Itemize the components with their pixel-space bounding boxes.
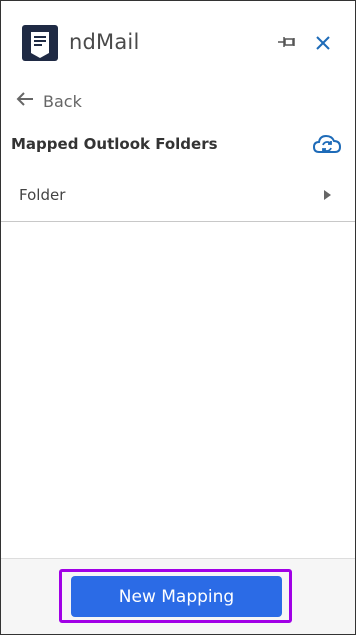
pin-icon[interactable]: [277, 34, 299, 50]
arrow-left-icon: [15, 91, 35, 111]
footer-bar: New Mapping: [1, 558, 355, 634]
section-title: Mapped Outlook Folders: [11, 135, 218, 153]
folder-label: Folder: [19, 186, 66, 204]
back-button[interactable]: Back: [15, 89, 82, 113]
section-header: Mapped Outlook Folders: [1, 127, 355, 167]
new-mapping-button[interactable]: New Mapping: [71, 576, 282, 617]
cloud-sync-icon[interactable]: [312, 132, 342, 158]
app-header: ndMail: [1, 1, 355, 81]
chevron-right-icon: [324, 190, 331, 200]
back-label: Back: [43, 91, 82, 111]
addin-panel: ndMail Back Mapped Outlook Folders Folde…: [0, 0, 356, 635]
close-icon[interactable]: [313, 33, 333, 53]
app-title: ndMail: [69, 30, 140, 54]
folder-item[interactable]: Folder: [1, 171, 355, 222]
ndmail-logo-icon: [22, 25, 58, 61]
